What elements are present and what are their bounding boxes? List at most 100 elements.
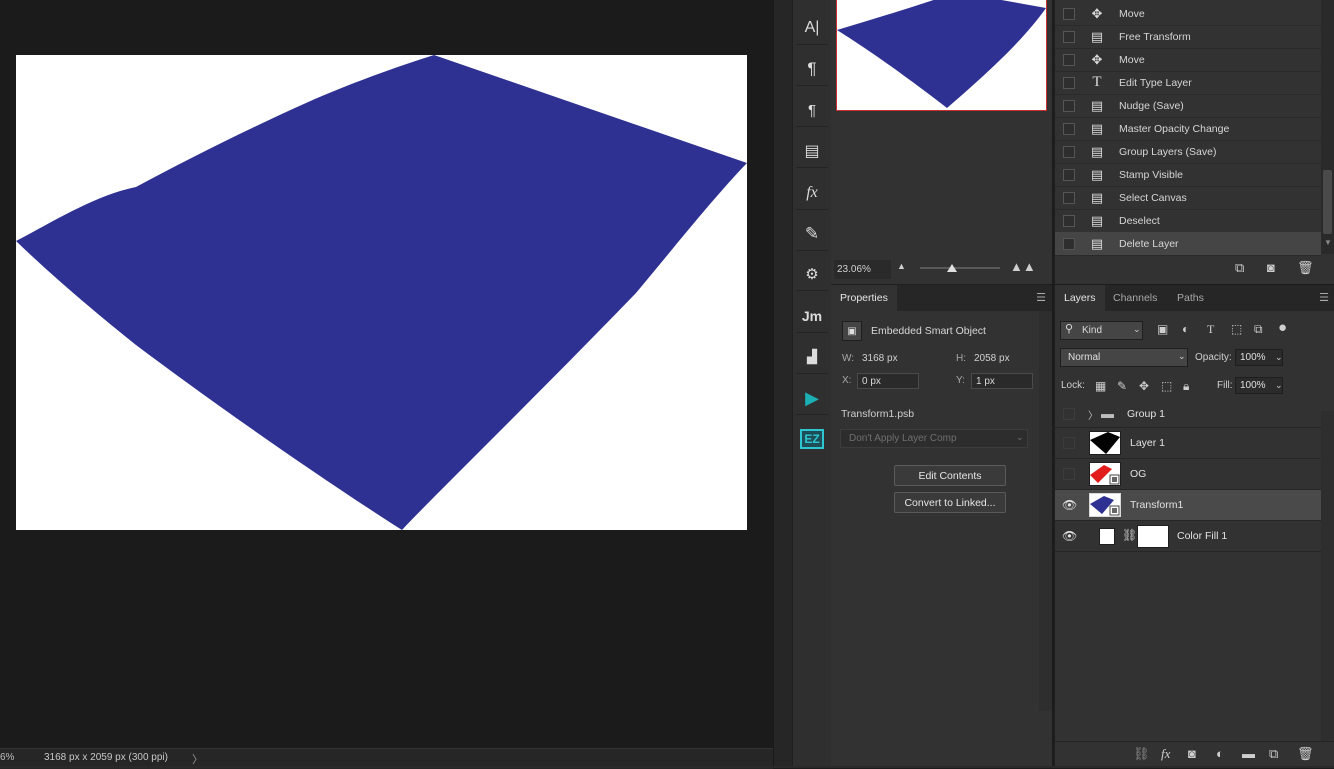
visibility-toggle[interactable]	[1063, 437, 1075, 449]
fx-icon[interactable]: fx	[1161, 746, 1170, 762]
chevron-right-icon[interactable]: 〉	[1088, 407, 1098, 422]
tab-paths[interactable]: Paths	[1168, 285, 1213, 311]
new-group-folder-icon[interactable]: ▬	[1242, 746, 1255, 761]
history-scrollbar-thumb[interactable]	[1323, 170, 1332, 234]
history-snapshot-checkbox[interactable]	[1063, 168, 1075, 181]
visibility-toggle[interactable]	[1063, 408, 1075, 420]
ez-plugin-icon[interactable]: EZ	[796, 423, 828, 455]
new-document-from-state-icon[interactable]: ⧉	[1235, 260, 1244, 276]
panel-menu-icon[interactable]: ☰	[1319, 291, 1329, 304]
height-label: H:	[956, 353, 966, 364]
navigator-zoom-row: ▲ ▲▲	[831, 258, 1052, 280]
tab-layers[interactable]: Layers	[1055, 285, 1105, 311]
layer-row-og[interactable]: OG	[1055, 459, 1321, 490]
layer-row-layer-1[interactable]: Layer 1	[1055, 428, 1321, 459]
lock-transparent-pixels-icon[interactable]: ▦	[1095, 379, 1106, 393]
layer-comp-select[interactable]: Don't Apply Layer Comp	[840, 429, 1028, 448]
history-snapshot-checkbox[interactable]	[1063, 76, 1075, 89]
eye-icon[interactable]: 👁︎	[1062, 498, 1077, 512]
x-position-field[interactable]	[857, 373, 919, 389]
lock-artboard-icon[interactable]: ⬚	[1161, 379, 1172, 393]
convert-to-linked-button[interactable]: Convert to Linked...	[894, 492, 1006, 513]
paragraph-panel-icon[interactable]: ¶	[796, 53, 828, 86]
eye-icon[interactable]: 👁︎	[1062, 529, 1077, 543]
history-snapshot-checkbox[interactable]	[1063, 53, 1075, 66]
layer-row-transform1[interactable]: 👁︎ Transform1	[1055, 490, 1321, 521]
filter-toggle-icon[interactable]: ●	[1278, 319, 1287, 336]
history-item[interactable]: ▤ Select Canvas	[1055, 186, 1321, 210]
history-item[interactable]: ▤ Free Transform	[1055, 25, 1321, 49]
layer-mask-thumbnail[interactable]	[1137, 525, 1169, 548]
new-layer-icon[interactable]: ⧉	[1269, 746, 1278, 762]
trash-icon[interactable]: 🗑	[1297, 260, 1314, 276]
adjustment-filter-icon[interactable]: ◐	[1182, 322, 1189, 336]
history-snapshot-checkbox[interactable]	[1063, 214, 1075, 227]
edit-contents-button[interactable]: Edit Contents	[894, 465, 1006, 486]
lock-image-pixels-icon[interactable]: ✎	[1117, 379, 1127, 393]
link-layers-icon[interactable]: ⛓	[1133, 746, 1150, 762]
navigator-zoom-slider[interactable]	[920, 267, 1000, 269]
lock-position-icon[interactable]: ✥	[1139, 379, 1149, 393]
history-snapshot-checkbox[interactable]	[1063, 7, 1075, 20]
chevron-down-icon[interactable]: ⌄	[1275, 380, 1283, 391]
history-item[interactable]: ▤ Nudge (Save)	[1055, 94, 1321, 118]
history-snapshot-checkbox[interactable]	[1063, 30, 1075, 43]
tab-channels[interactable]: Channels	[1104, 285, 1166, 311]
history-item[interactable]: ▤ Deselect	[1055, 209, 1321, 233]
paragraph-styles-icon[interactable]: ¶	[796, 94, 828, 127]
status-expand-arrow[interactable]: 〉	[192, 751, 203, 767]
navigator-zoom-input[interactable]	[834, 260, 891, 279]
history-item[interactable]: ✥ Move	[1055, 48, 1321, 72]
history-scrollbar[interactable]: ▼	[1321, 0, 1334, 254]
layers-scrollbar[interactable]	[1321, 411, 1334, 741]
history-snapshot-checkbox[interactable]	[1063, 99, 1075, 112]
history-snapshot-checkbox[interactable]	[1063, 122, 1075, 135]
character-panel-icon[interactable]: A|	[796, 12, 828, 45]
history-item[interactable]: ▤ Stamp Visible	[1055, 163, 1321, 187]
history-item-label: Delete Layer	[1119, 237, 1179, 250]
navigator-zoom-slider-thumb[interactable]	[947, 264, 957, 272]
jm-plugin-icon[interactable]: Jm	[796, 300, 828, 333]
history-snapshot-checkbox[interactable]	[1063, 191, 1075, 204]
history-item[interactable]: ▤ Master Opacity Change	[1055, 117, 1321, 141]
history-snapshot-checkbox[interactable]	[1063, 237, 1075, 250]
brush-icon[interactable]: ✎	[796, 218, 828, 251]
histogram-icon[interactable]: ▟	[796, 341, 828, 374]
zoom-out-mountain-icon[interactable]: ▲	[897, 261, 906, 271]
notes-icon[interactable]: ▤	[796, 135, 828, 168]
zoom-in-mountain-icon[interactable]: ▲▲	[1010, 259, 1036, 274]
history-item[interactable]: ▤ Group Layers (Save)	[1055, 140, 1321, 164]
adjustments-icon[interactable]: ⚙	[796, 258, 828, 291]
layer-row-group-1[interactable]: 〉 ▬ Group 1	[1055, 401, 1321, 428]
navigator-thumbnail[interactable]	[836, 0, 1047, 111]
play-actions-icon[interactable]: ▶	[796, 382, 828, 415]
pixel-filter-icon[interactable]: ▣	[1157, 322, 1168, 336]
layer-row-color-fill-1[interactable]: 👁︎ ⛓ Color Fill 1	[1055, 521, 1321, 552]
shape-filter-icon[interactable]: ⬚	[1231, 322, 1242, 336]
visibility-toggle[interactable]	[1063, 468, 1075, 480]
tab-properties[interactable]: Properties	[831, 285, 897, 311]
lock-all-icon[interactable]: 🔒︎	[1183, 379, 1189, 394]
history-item[interactable]: ✥ Move	[1055, 2, 1321, 26]
document-canvas-area[interactable]	[0, 0, 773, 748]
history-item-label: Group Layers (Save)	[1119, 145, 1217, 158]
adjustment-layer-icon[interactable]: ◐	[1216, 746, 1224, 761]
history-item[interactable]: T Edit Type Layer	[1055, 71, 1321, 95]
history-item-active[interactable]: ▤ Delete Layer	[1055, 232, 1321, 256]
type-filter-icon[interactable]: T	[1207, 322, 1214, 337]
styles-fx-icon[interactable]: fx	[796, 177, 828, 210]
panel-menu-icon[interactable]: ☰	[1036, 291, 1046, 304]
scroll-down-chevron-icon[interactable]: ▼	[1324, 238, 1332, 247]
status-zoom[interactable]: 6%	[0, 752, 18, 763]
add-mask-icon[interactable]: ◙	[1188, 746, 1196, 761]
smart-object-filter-icon[interactable]: ⧉	[1254, 322, 1263, 337]
link-chain-icon[interactable]: ⛓	[1122, 528, 1137, 542]
blend-mode-select[interactable]: Normal	[1060, 348, 1188, 367]
history-snapshot-checkbox[interactable]	[1063, 145, 1075, 158]
camera-snapshot-icon[interactable]: ◙	[1267, 260, 1275, 275]
properties-scrollbar[interactable]	[1039, 311, 1052, 711]
y-position-field[interactable]	[971, 373, 1033, 389]
document-canvas[interactable]	[16, 55, 747, 530]
trash-icon[interactable]: 🗑	[1297, 746, 1314, 762]
chevron-down-icon[interactable]: ⌄	[1275, 352, 1283, 363]
